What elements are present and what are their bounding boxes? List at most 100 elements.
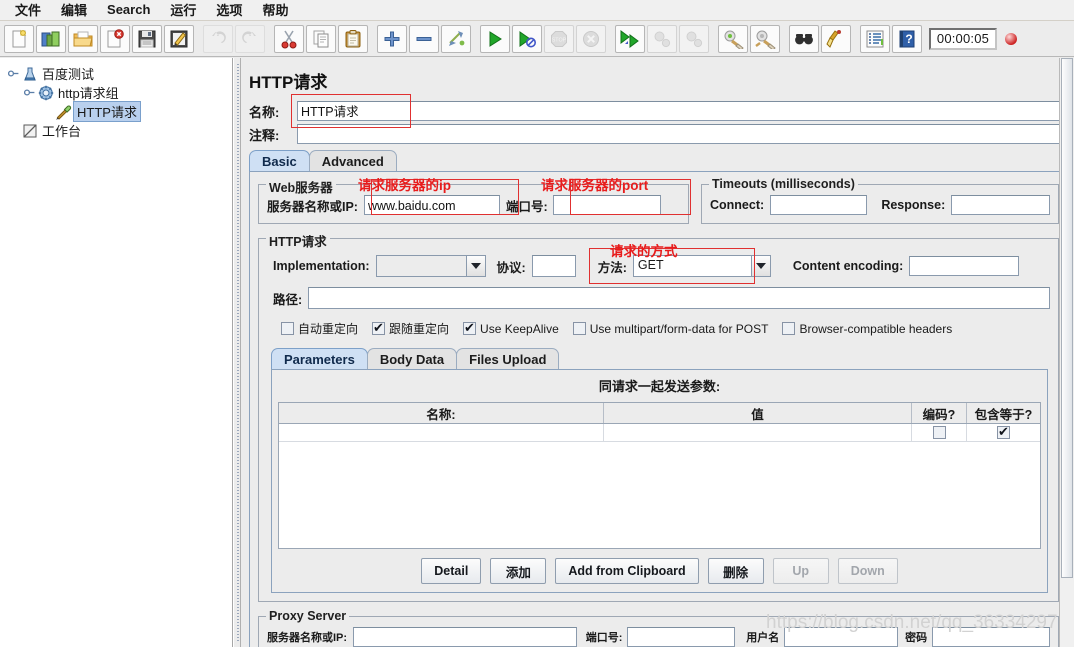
menu-item-file[interactable]: 文件 <box>6 0 50 21</box>
cut-icon[interactable] <box>274 24 304 53</box>
test-plan-tree: 百度测试 http请求组 HTTP请求 工作台 <box>0 58 232 140</box>
col-header-include-equals[interactable]: 包含等于? <box>967 403 1040 423</box>
menu-item-search[interactable]: Search <box>98 1 159 19</box>
tab-basic[interactable]: Basic <box>249 150 310 171</box>
http-request-legend: HTTP请求 <box>266 231 330 250</box>
close-icon[interactable] <box>100 24 130 53</box>
templates-icon[interactable] <box>36 24 66 53</box>
tab-advanced[interactable]: Advanced <box>308 150 397 171</box>
clear-icon[interactable] <box>718 24 748 53</box>
tree-node-thread-group[interactable]: http请求组 <box>6 83 232 102</box>
menu-item-edit[interactable]: 编辑 <box>52 0 96 21</box>
menu-item-run[interactable]: 运行 <box>161 0 205 21</box>
add-from-clipboard-button[interactable]: Add from Clipboard <box>555 558 699 584</box>
connect-timeout-input[interactable] <box>770 195 868 215</box>
split-divider[interactable] <box>233 58 241 647</box>
server-port-input[interactable] <box>552 195 661 215</box>
redo-icon <box>235 24 265 53</box>
start-icon[interactable] <box>480 24 510 53</box>
vertical-scrollbar[interactable] <box>1059 58 1074 647</box>
start-remote-icon[interactable] <box>512 24 542 53</box>
checkbox-follow-redirect[interactable]: 跟随重定向 <box>372 320 449 337</box>
expand-handle-icon[interactable] <box>6 68 20 79</box>
save-icon[interactable] <box>132 24 162 53</box>
proxy-pass-input[interactable] <box>932 627 1050 647</box>
tree-label-workbench[interactable]: 工作台 <box>40 121 83 140</box>
path-input[interactable] <box>308 287 1050 309</box>
chevron-down-icon[interactable] <box>465 256 485 276</box>
content-encoding-input[interactable] <box>909 256 1020 276</box>
checkbox-box-icon[interactable] <box>572 322 586 335</box>
name-row: 名称: HTTP请求 <box>241 94 1074 128</box>
proxy-port-input[interactable] <box>627 627 736 647</box>
search-reset-icon[interactable] <box>821 24 851 53</box>
comment-row: 注释: <box>241 124 1074 144</box>
expand-icon[interactable] <box>377 24 407 53</box>
protocol-label: 协议: <box>496 260 526 275</box>
col-header-name[interactable]: 名称: <box>279 403 604 423</box>
response-timeout-input[interactable] <box>951 195 1050 215</box>
tree-label-thread-group[interactable]: http请求组 <box>56 83 121 102</box>
checkbox-box-icon[interactable] <box>997 424 1010 439</box>
name-input[interactable]: HTTP请求 <box>297 101 1068 121</box>
tree-label-test-plan[interactable]: 百度测试 <box>40 64 96 83</box>
new-icon[interactable] <box>4 24 34 53</box>
table-row[interactable] <box>279 424 1040 442</box>
tree-label-http-sampler[interactable]: HTTP请求 <box>73 101 141 122</box>
function-helper-icon[interactable] <box>860 24 890 53</box>
clear-all-icon[interactable] <box>750 24 780 53</box>
checkbox-use-keepalive[interactable]: Use KeepAlive <box>463 320 559 336</box>
svg-text:?: ? <box>905 32 912 46</box>
detail-button[interactable]: Detail <box>421 558 482 584</box>
proxy-pass-label: 密码 <box>905 632 928 644</box>
checkbox-box-icon[interactable] <box>372 320 386 335</box>
open-icon[interactable] <box>68 24 98 53</box>
checkbox-box-icon[interactable] <box>932 426 946 439</box>
proxy-host-input[interactable] <box>353 627 577 647</box>
delete-button[interactable]: 删除 <box>707 558 764 584</box>
tree-node-workbench[interactable]: 工作台 <box>6 121 232 140</box>
search-icon[interactable] <box>789 24 819 53</box>
add-button[interactable]: 添加 <box>490 558 547 584</box>
cell-encode[interactable] <box>912 424 967 441</box>
help-icon[interactable]: ? <box>892 24 922 53</box>
collapse-icon[interactable] <box>409 24 439 53</box>
basic-advanced-tabs: Basic Advanced <box>241 149 1074 171</box>
http-sampler-icon <box>53 104 73 120</box>
menu-item-options[interactable]: 选项 <box>207 0 251 21</box>
start-no-timers-icon[interactable] <box>615 24 645 53</box>
protocol-input[interactable] <box>531 255 576 277</box>
server-host-input[interactable]: www.baidu.com <box>363 195 500 215</box>
main-split: 百度测试 http请求组 HTTP请求 工作台 HTTP请求 名称: HTTP请… <box>0 58 1074 647</box>
checkbox-box-icon[interactable] <box>281 322 294 335</box>
cell-value[interactable] <box>604 424 912 441</box>
tree-node-http-sampler[interactable]: HTTP请求 <box>6 101 232 122</box>
copy-icon[interactable] <box>306 24 336 53</box>
tab-files-upload[interactable]: Files Upload <box>456 348 560 369</box>
col-header-encode[interactable]: 编码? <box>912 403 967 423</box>
checkbox-multipart-form-data[interactable]: Use multipart/form-data for POST <box>572 322 768 336</box>
col-header-value[interactable]: 值 <box>604 403 912 423</box>
cell-name[interactable] <box>279 424 604 441</box>
comment-input[interactable] <box>297 124 1068 144</box>
implementation-select[interactable] <box>375 255 486 277</box>
chevron-down-icon[interactable] <box>750 256 770 276</box>
checkbox-auto-redirect[interactable]: 自动重定向 <box>281 320 358 337</box>
web-server-row: 服务器名称或IP: www.baidu.com 端口号: <box>267 179 691 215</box>
warning-indicator-icon[interactable] <box>1005 32 1017 45</box>
checkbox-browser-compatible-headers[interactable]: Browser-compatible headers <box>782 322 952 336</box>
toggle-icon[interactable] <box>441 24 471 53</box>
save-as-icon[interactable] <box>164 24 194 53</box>
proxy-user-input[interactable] <box>784 627 899 647</box>
scrollbar-thumb[interactable] <box>1061 58 1073 578</box>
checkbox-box-icon[interactable] <box>463 320 477 335</box>
checkbox-box-icon[interactable] <box>782 322 796 335</box>
menu-item-help[interactable]: 帮助 <box>253 0 297 21</box>
expand-handle-icon[interactable] <box>22 87 36 98</box>
cell-include-equals[interactable] <box>967 424 1040 441</box>
paste-icon[interactable] <box>338 24 368 53</box>
table-empty-area[interactable] <box>279 442 1040 548</box>
tree-node-test-plan[interactable]: 百度测试 <box>6 64 232 83</box>
tab-body-data[interactable]: Body Data <box>366 348 458 369</box>
tab-parameters[interactable]: Parameters <box>271 348 368 369</box>
